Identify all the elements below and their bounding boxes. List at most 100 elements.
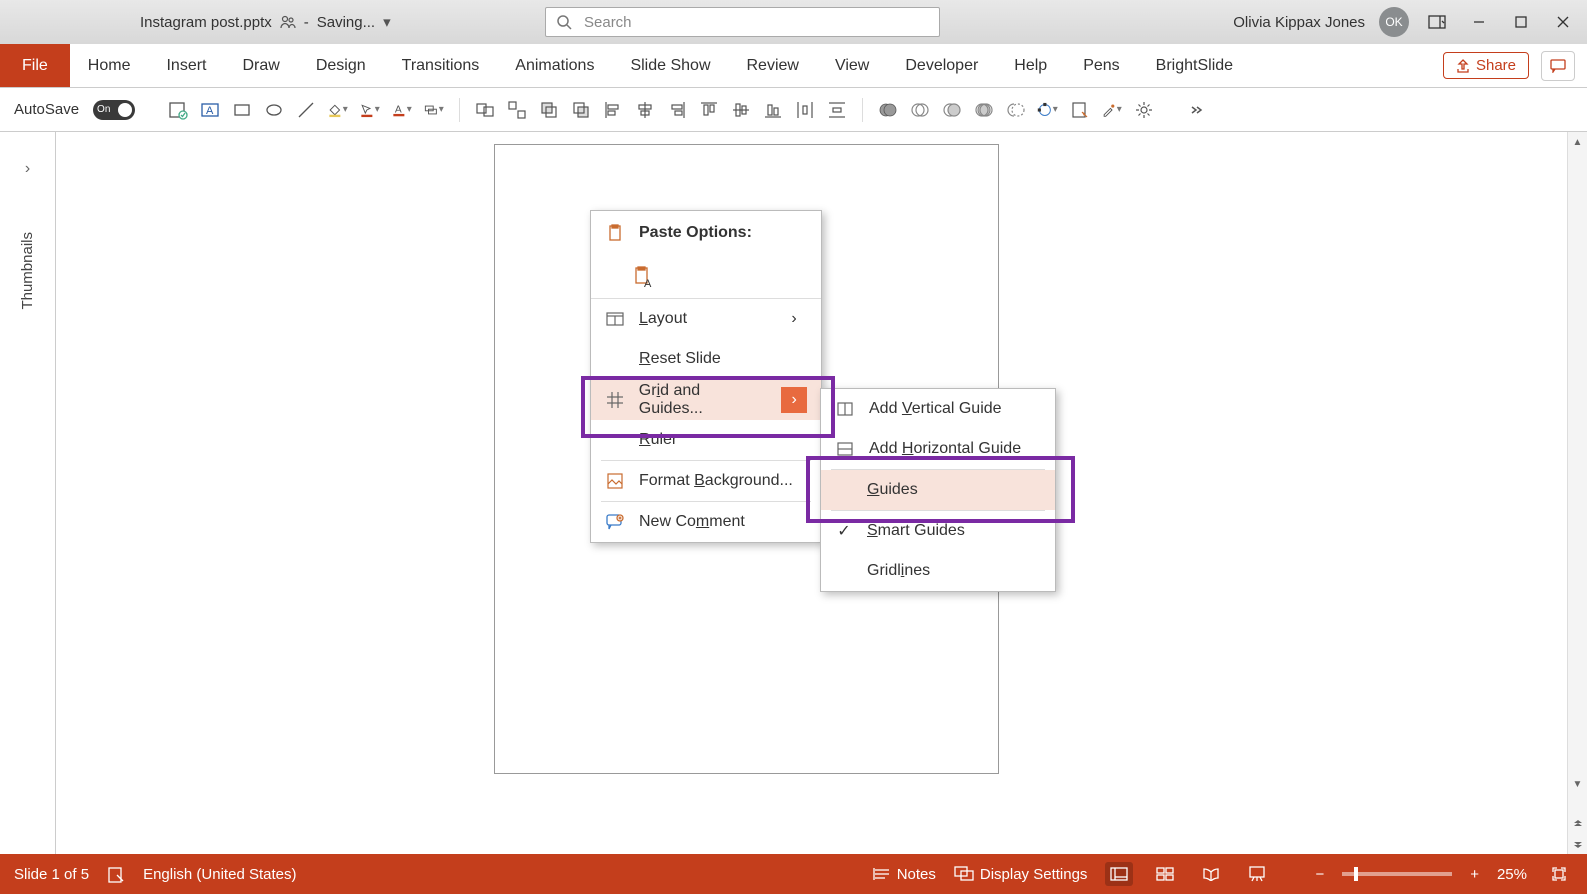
normal-view-button[interactable] xyxy=(1105,862,1133,886)
prev-slide-icon[interactable] xyxy=(1568,814,1587,834)
merge-fragment-icon[interactable] xyxy=(941,99,963,121)
search-icon xyxy=(556,14,572,30)
next-slide-icon[interactable] xyxy=(1568,834,1587,854)
edit-points-icon[interactable]: ▾ xyxy=(1037,99,1059,121)
autosave-state: On xyxy=(97,104,110,115)
tab-insert[interactable]: Insert xyxy=(148,44,224,87)
zoom-slider[interactable] xyxy=(1342,872,1452,876)
scroll-up-icon[interactable]: ▲ xyxy=(1568,132,1587,152)
accessibility-icon[interactable] xyxy=(107,865,125,883)
bring-forward-icon[interactable] xyxy=(538,99,560,121)
tab-design[interactable]: Design xyxy=(298,44,384,87)
user-name[interactable]: Olivia Kippax Jones xyxy=(1233,14,1365,31)
tab-draw[interactable]: Draw xyxy=(224,44,297,87)
tab-brightslide[interactable]: BrightSlide xyxy=(1138,44,1251,87)
menu-layout[interactable]: Layout › xyxy=(591,299,821,339)
display-settings-button[interactable]: Display Settings xyxy=(954,866,1088,883)
tab-home[interactable]: Home xyxy=(70,44,149,87)
minimize-button[interactable] xyxy=(1465,8,1493,36)
align-middle-icon[interactable] xyxy=(730,99,752,121)
paste-options-label: Paste Options: xyxy=(639,224,752,242)
oval-shape-icon[interactable] xyxy=(263,99,285,121)
menu-new-comment[interactable]: New Comment xyxy=(591,502,821,542)
paste-options-header: Paste Options: xyxy=(591,211,821,255)
tab-developer[interactable]: Developer xyxy=(887,44,996,87)
align-objects-icon[interactable]: ▾ xyxy=(423,99,445,121)
eyedropper-icon[interactable]: ▾ xyxy=(1101,99,1123,121)
thumbnails-expand-icon[interactable]: › xyxy=(25,160,30,178)
textbox-icon[interactable]: A xyxy=(199,99,221,121)
fit-to-window-button[interactable] xyxy=(1545,862,1573,886)
tab-file[interactable]: File xyxy=(0,44,70,87)
comments-button[interactable] xyxy=(1541,51,1575,81)
autosave-toggle[interactable]: On xyxy=(93,100,135,120)
tab-pens[interactable]: Pens xyxy=(1065,44,1137,87)
align-center-icon[interactable] xyxy=(634,99,656,121)
submenu-add-vertical[interactable]: Add Vertical Guide xyxy=(821,389,1055,429)
settings-icon[interactable] xyxy=(1133,99,1155,121)
vertical-scrollbar[interactable]: ▲ ▼ xyxy=(1567,132,1587,854)
add-vertical-label: Add Vertical Guide xyxy=(869,400,1002,418)
tab-review[interactable]: Review xyxy=(729,44,817,87)
user-avatar[interactable]: OK xyxy=(1379,7,1409,37)
reading-view-button[interactable] xyxy=(1197,862,1225,886)
tab-animations[interactable]: Animations xyxy=(497,44,612,87)
scroll-down-icon[interactable]: ▼ xyxy=(1568,774,1587,794)
font-color-icon[interactable]: A▾ xyxy=(391,99,413,121)
thumbnails-label: Thumbnails xyxy=(19,232,36,310)
align-left-icon[interactable] xyxy=(602,99,624,121)
submenu-guides[interactable]: Guides xyxy=(821,470,1055,510)
group-icon[interactable] xyxy=(474,99,496,121)
close-button[interactable] xyxy=(1549,8,1577,36)
menu-format-background[interactable]: Format Background... xyxy=(591,461,821,501)
tab-transitions[interactable]: Transitions xyxy=(384,44,498,87)
tab-view[interactable]: View xyxy=(817,44,887,87)
tab-help[interactable]: Help xyxy=(996,44,1065,87)
submenu-smart-guides[interactable]: ✓ Smart Guides xyxy=(821,511,1055,551)
submenu-add-horizontal[interactable]: Add Horizontal Guide xyxy=(821,429,1055,469)
title-left: Instagram post.pptx - Saving... ▾ xyxy=(140,13,391,31)
merge-subtract-icon[interactable] xyxy=(1005,99,1027,121)
align-bottom-icon[interactable] xyxy=(762,99,784,121)
new-comment-label: New Comment xyxy=(639,513,745,531)
distribute-horizontal-icon[interactable] xyxy=(794,99,816,121)
align-top-icon[interactable] xyxy=(698,99,720,121)
merge-combine-icon[interactable] xyxy=(909,99,931,121)
align-right-icon[interactable] xyxy=(666,99,688,121)
language-status[interactable]: English (United States) xyxy=(143,866,296,883)
title-dropdown[interactable]: ▾ xyxy=(383,13,391,31)
shared-icon xyxy=(280,14,296,30)
slide-counter[interactable]: Slide 1 of 5 xyxy=(14,866,89,883)
submenu-gridlines[interactable]: Gridlines xyxy=(821,551,1055,591)
share-button[interactable]: Share xyxy=(1443,52,1529,79)
paste-text-only[interactable]: A xyxy=(591,255,821,299)
comment-icon xyxy=(605,514,625,530)
maximize-button[interactable] xyxy=(1507,8,1535,36)
menu-grid-guides[interactable]: Grid and Guides... › xyxy=(591,380,821,420)
line-shape-icon[interactable] xyxy=(295,99,317,121)
menu-ruler[interactable]: Ruler xyxy=(591,420,821,460)
zoom-in-button[interactable]: + xyxy=(1470,866,1479,883)
send-backward-icon[interactable] xyxy=(570,99,592,121)
menu-reset-slide[interactable]: Reset Slide xyxy=(591,339,821,379)
search-box[interactable]: Search xyxy=(545,7,940,37)
slide-sorter-button[interactable] xyxy=(1151,862,1179,886)
notes-label: Notes xyxy=(897,866,936,883)
ungroup-icon[interactable] xyxy=(506,99,528,121)
zoom-out-button[interactable]: − xyxy=(1315,866,1324,883)
shape-outline-icon[interactable]: ▾ xyxy=(359,99,381,121)
slideshow-button[interactable] xyxy=(1243,862,1271,886)
export-icon[interactable] xyxy=(167,99,189,121)
rectangle-shape-icon[interactable] xyxy=(231,99,253,121)
distribute-vertical-icon[interactable] xyxy=(826,99,848,121)
selection-pane-icon[interactable] xyxy=(1069,99,1091,121)
tab-slide-show[interactable]: Slide Show xyxy=(612,44,728,87)
overflow-icon[interactable] xyxy=(1185,99,1207,121)
notes-button[interactable]: Notes xyxy=(873,866,936,883)
zoom-value[interactable]: 25% xyxy=(1497,866,1527,883)
shape-fill-icon[interactable]: ▾ xyxy=(327,99,349,121)
guides-label: Guides xyxy=(867,481,918,499)
merge-union-icon[interactable] xyxy=(877,99,899,121)
merge-intersect-icon[interactable] xyxy=(973,99,995,121)
ribbon-display-options[interactable] xyxy=(1423,8,1451,36)
